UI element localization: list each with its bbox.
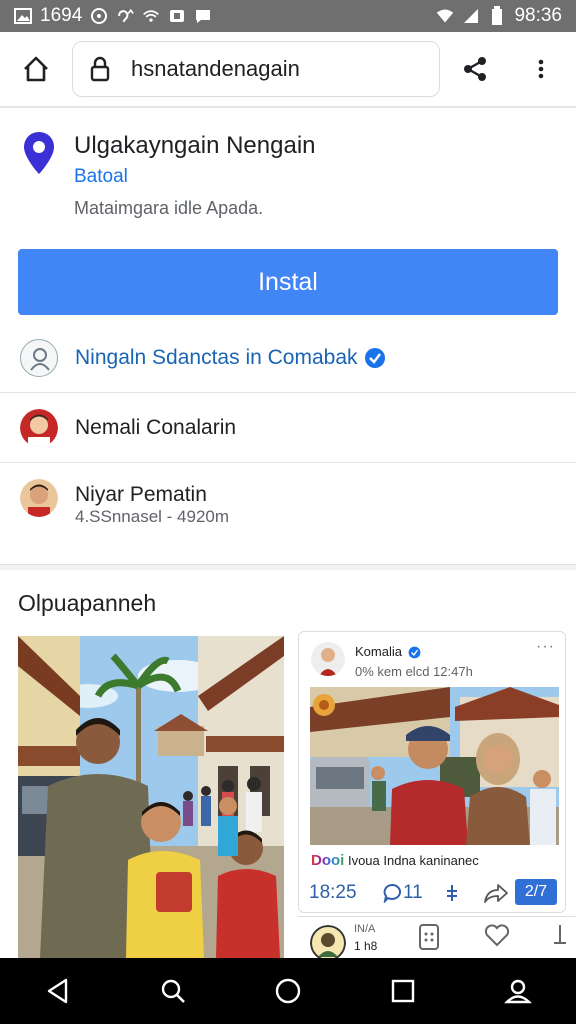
recents-icon [391,979,415,1003]
place-title: Ulgakayngain Nengain [74,132,316,159]
recents-button[interactable] [373,961,433,1021]
heart-icon [484,924,510,947]
post-author-name: IN/A [354,923,376,935]
home-button[interactable] [0,31,72,107]
post-image [310,687,559,845]
hashtag-button[interactable] [445,876,459,910]
photo-card[interactable] [18,636,284,958]
browser-toolbar: hsnatandenagain [0,32,576,108]
avatar [20,338,58,377]
list-item-label: Nemali Conalarin [75,415,237,439]
post-meta: 1 h8 [354,939,378,953]
list-item-contact[interactable]: Nemali Conalarin [0,393,576,463]
share-post-button[interactable] [483,876,509,910]
search-button[interactable] [143,961,203,1021]
back-icon [47,978,67,1004]
social-post-card[interactable]: Komalia 0% kem elcd 12:47h ··· Dooi Ivou… [298,631,566,913]
signal-icon [462,7,480,25]
more-vert-icon [538,59,544,79]
list-item-official[interactable]: Ningaln Sdanctas in Comabak [0,323,576,393]
place-card: Ulgakayngain Nengain Batoal Mataimgara i… [0,118,576,564]
status-left-text: 1694 [40,5,83,26]
list-item-sublabel: 4.SSnnasel - 4920m [75,507,230,526]
person-icon [504,979,533,1004]
comment-count: 11 [403,882,423,903]
avatar [20,408,58,447]
place-description: Mataimgara idle Apada. [74,198,264,218]
section-divider [0,564,576,570]
post-caption-text: Ivoua Indna kaninanec [347,853,479,868]
share-arrow-icon [484,884,508,903]
address-bar[interactable]: hsnatandenagain [72,41,440,97]
post-time: 18:25 [309,882,357,903]
status-bar: 1694 98:36 [0,0,576,32]
share-button[interactable] [440,31,510,107]
social-post-card-2[interactable]: IN/A 1 h8 [298,916,576,961]
wifi-full-icon [436,7,454,25]
system-navigation-bar [0,958,576,1024]
search-icon [161,979,185,1003]
vpn-icon [116,7,135,25]
list-item-label: Ningaln Sdanctas in Comabak [75,346,386,370]
battery-icon [488,6,506,25]
post-more-button[interactable]: ··· [536,638,555,656]
upload-icon [554,925,566,944]
image-icon [14,7,32,25]
home-nav-button[interactable] [258,961,318,1021]
overflow-menu-button[interactable] [510,31,572,107]
page-button[interactable] [418,923,440,956]
comment-icon [383,884,401,903]
hashtag-icon [447,885,457,901]
circle-home-icon [275,978,301,1004]
post-author-avatar[interactable] [311,642,345,676]
list-item-person[interactable]: Niyar Pematin 4.SSnnasel - 4920m [0,463,576,533]
verified-badge-icon [364,347,385,368]
status-right: 98:36 [436,5,562,27]
home-icon [24,56,48,82]
post-author-avatar[interactable] [310,925,346,961]
verified-badge-icon [408,646,421,659]
back-button[interactable] [28,961,88,1021]
post-meta: 0% kem elcd 12:47h [355,664,473,679]
location-pin-icon [24,132,54,174]
list-item-label: Niyar Pematin [75,483,207,506]
upload-button[interactable] [550,923,570,954]
lock-icon [90,56,110,82]
village-photo [18,636,284,958]
profile-button[interactable] [488,961,548,1021]
avatar [20,479,58,517]
status-time: 98:36 [514,5,562,26]
install-button[interactable]: Instal [18,249,558,315]
comment-button[interactable]: 11 [383,876,423,910]
post-caption: Dooi Ivoua Indna kaninanec [311,852,479,869]
section-title: Olpuapanneh [18,590,157,616]
post-author-name[interactable]: Komalia [355,644,421,659]
chat-icon [194,7,212,25]
like-button[interactable] [484,923,510,952]
post-photo[interactable] [310,687,559,845]
place-subtitle[interactable]: Batoal [74,166,128,188]
sync-icon [90,7,108,25]
post-action-bar: 18:25 11 2/7 [299,876,565,910]
camera-icon [168,7,186,25]
url-text: hsnatandenagain [131,56,300,81]
document-icon [419,924,439,950]
wifi-icon [142,7,160,25]
share-count-badge[interactable]: 2/7 [515,879,557,905]
share-icon [464,57,486,81]
status-left: 1694 [14,5,212,27]
post-caption-brand: Dooi [311,852,345,869]
